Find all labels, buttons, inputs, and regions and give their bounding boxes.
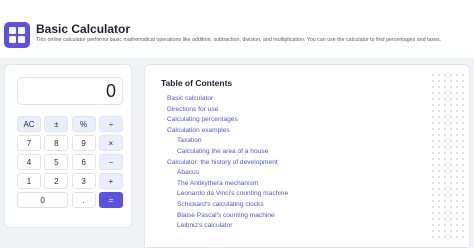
key-9-button[interactable]: 9: [71, 135, 96, 151]
key-percent-button[interactable]: %: [71, 116, 96, 132]
key-add-button[interactable]: +: [98, 173, 123, 189]
key-7-button[interactable]: 7: [17, 135, 41, 151]
key-multiply-button[interactable]: ×: [98, 135, 123, 151]
page-header: Basic Calculator This online calculator …: [0, 0, 474, 58]
toc-link[interactable]: Abacus: [167, 168, 288, 179]
key-3-button[interactable]: 3: [71, 173, 96, 189]
toc-link[interactable]: The Antikythera mechanism: [167, 179, 288, 190]
key-1-button[interactable]: 1: [17, 173, 41, 189]
toc-link[interactable]: Leibniz's calculator: [167, 221, 288, 232]
key-equals-button[interactable]: =: [98, 192, 123, 208]
key-0-button[interactable]: 0: [17, 192, 69, 208]
toc-title: Table of Contents: [161, 78, 233, 88]
table-of-contents: Table of Contents Basic calculator Direct…: [144, 64, 470, 248]
calculator-display: 0: [17, 77, 123, 105]
key-2-button[interactable]: 2: [44, 173, 69, 189]
page-description: This online calculator performs basic ma…: [36, 37, 442, 43]
key-4-button[interactable]: 4: [17, 154, 41, 170]
page-title: Basic Calculator: [36, 22, 131, 36]
key-8-button[interactable]: 8: [44, 135, 69, 151]
decorative-dot-pattern: [430, 72, 466, 240]
toc-list: Basic calculator Directions for use Calcul…: [167, 94, 288, 232]
toc-link[interactable]: Calculating the area of a house: [167, 147, 288, 158]
toc-link[interactable]: Schickard's calculating clocks: [167, 200, 288, 211]
calculator-logo-icon: [4, 22, 30, 48]
key-clear-button[interactable]: AC: [17, 116, 41, 132]
toc-link[interactable]: Calculation examples: [167, 126, 288, 137]
key-5-button[interactable]: 5: [44, 154, 69, 170]
calculator-panel: 0 AC ±% ÷ 7 8 9 × 4 5 6− 1 2 3 +0. =: [4, 64, 132, 228]
toc-link[interactable]: Taxation: [167, 136, 288, 147]
toc-link[interactable]: Basic calculator: [167, 94, 288, 105]
key-6-button[interactable]: 6: [71, 154, 96, 170]
toc-link[interactable]: Calculator: the history of development: [167, 158, 288, 169]
toc-link[interactable]: Leonardo da Vinci's counting machine: [167, 189, 288, 200]
toc-link[interactable]: Directions for use: [167, 105, 288, 116]
key-subtract-button[interactable]: −: [98, 154, 123, 170]
toc-link[interactable]: Calculating percentages: [167, 115, 288, 126]
key-decimal-button[interactable]: .: [71, 192, 96, 208]
key-divide-button[interactable]: ÷: [98, 116, 123, 132]
key-plus-minus-button[interactable]: ±: [44, 116, 69, 132]
toc-link[interactable]: Blaise Pascal's counting machine: [167, 211, 288, 222]
calculator-keypad: AC ±% ÷ 7 8 9 × 4 5 6− 1 2 3 +0. =: [17, 116, 123, 208]
